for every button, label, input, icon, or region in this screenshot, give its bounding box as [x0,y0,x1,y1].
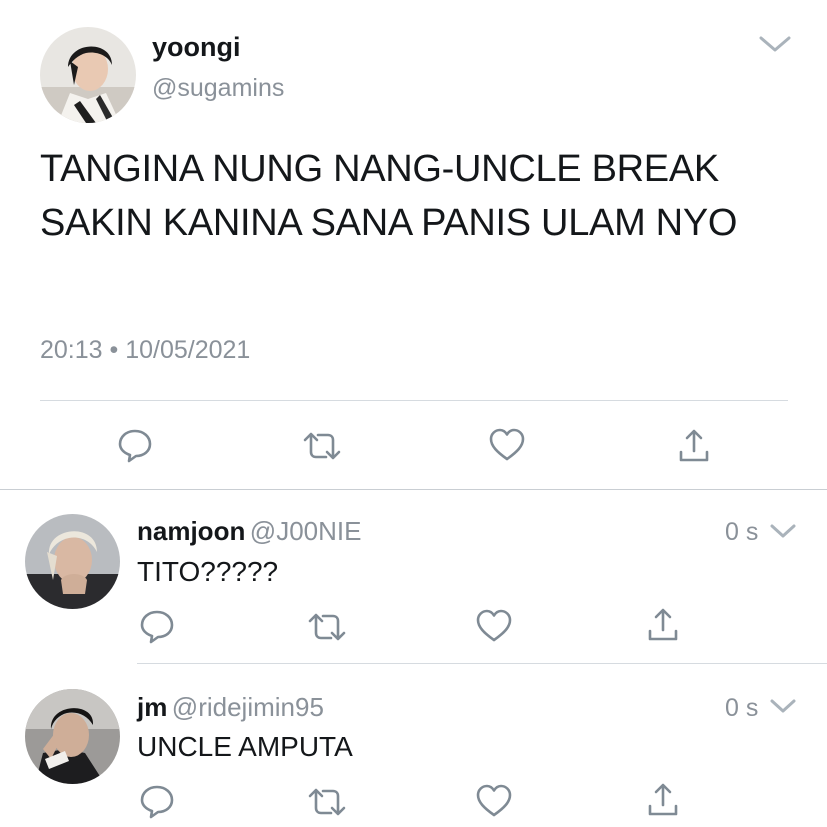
like-icon[interactable] [487,426,527,464]
retweet-icon[interactable] [305,609,349,645]
like-icon[interactable] [474,607,514,645]
share-icon[interactable] [645,605,681,645]
reply-time: 0 s [725,694,759,722]
reply-author-handle[interactable]: @ridejimin95 [172,692,324,722]
retweet-icon[interactable] [305,784,349,820]
reply-text: TITO????? [137,556,279,587]
reply-header: namjoon @J00NIE [137,516,361,547]
divider [40,400,788,401]
reply-icon[interactable] [137,606,177,646]
retweet-icon[interactable] [300,428,344,464]
reply-time: 0 s [725,518,759,546]
divider [0,489,827,490]
share-icon[interactable] [676,426,712,466]
reply-author-name[interactable]: namjoon [137,516,245,546]
author-name[interactable]: yoongi [152,32,241,63]
reply-header: jm @ridejimin95 [137,692,324,723]
chevron-down-icon[interactable] [769,697,797,715]
chevron-down-icon[interactable] [758,34,792,54]
reply-avatar[interactable] [25,689,120,784]
reply-avatar[interactable] [25,514,120,609]
divider [137,663,827,664]
reply-text: UNCLE AMPUTA [137,731,353,762]
share-icon[interactable] [645,780,681,820]
tweet-timestamp[interactable]: 20:13 • 10/05/2021 [40,336,250,365]
main-avatar[interactable] [40,27,136,123]
reply-author-name[interactable]: jm [137,692,167,722]
tweet-text: TANGINA NUNG NANG-UNCLE BREAK SAKIN KANI… [40,148,738,244]
like-icon[interactable] [474,782,514,820]
reply-author-handle[interactable]: @J00NIE [250,516,362,546]
chevron-down-icon[interactable] [769,522,797,540]
reply-icon[interactable] [137,781,177,821]
author-handle[interactable]: @sugamins [152,74,284,103]
reply-icon[interactable] [115,425,155,465]
